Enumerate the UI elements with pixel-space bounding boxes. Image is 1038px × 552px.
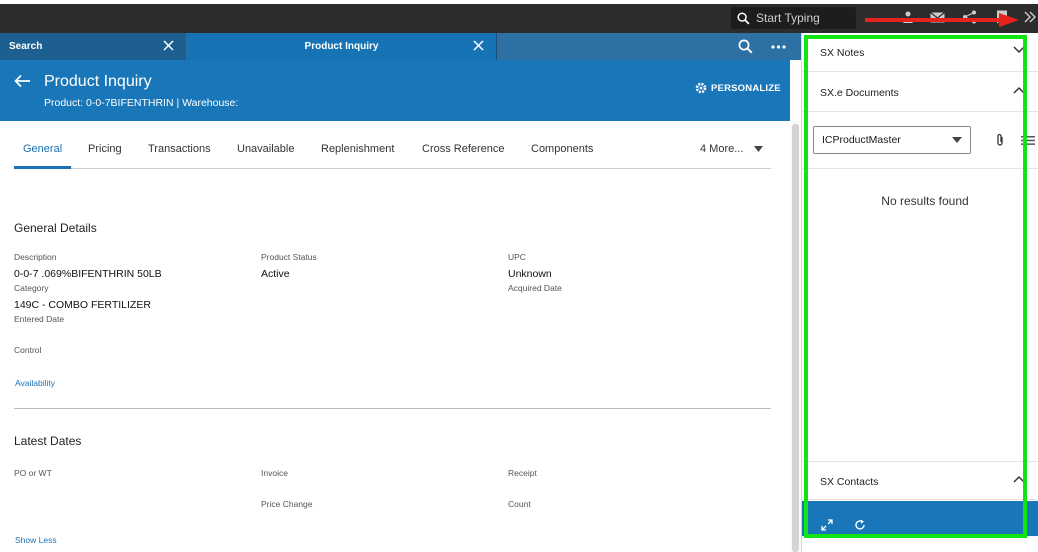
invoice-label: Invoice (261, 468, 288, 478)
expand-panel-icon[interactable] (1022, 9, 1038, 25)
po-wt-label: PO or WT (14, 468, 52, 478)
search-icon (737, 11, 750, 24)
page-subtitle: Product: 0-0-7BIFENTHRIN | Warehouse: (44, 97, 239, 109)
active-tab-indicator (14, 166, 71, 169)
general-details-title: General Details (14, 221, 97, 235)
product-status-label: Product Status (261, 252, 317, 262)
tab-cross-reference[interactable]: Cross Reference (422, 143, 505, 155)
tab-search[interactable]: Search (0, 33, 186, 60)
latest-dates-title: Latest Dates (14, 434, 82, 448)
top-strip (0, 0, 1038, 4)
highlight-box (804, 35, 1027, 538)
scrollbar-thumb[interactable] (792, 124, 799, 552)
page-title: Product Inquiry (44, 73, 152, 90)
more-options-icon[interactable] (771, 45, 786, 49)
gear-icon (695, 82, 707, 94)
personalize-button[interactable]: PERSONALIZE (695, 82, 781, 94)
acquired-date-label: Acquired Date (508, 283, 562, 293)
price-change-label: Price Change (261, 499, 313, 509)
tab-unavailable[interactable]: Unavailable (237, 143, 294, 155)
availability-link[interactable]: Availability (15, 378, 55, 388)
caret-down-icon (754, 146, 764, 152)
tab-product-inquiry[interactable]: Product Inquiry (187, 33, 496, 60)
page-header: Product Inquiry Product: 0-0-7BIFENTHRIN… (0, 60, 790, 121)
more-tabs-button[interactable]: 4 More... (700, 143, 764, 155)
section-divider (14, 408, 771, 409)
nav-tabs: General Pricing Transactions Unavailable… (14, 133, 771, 169)
count-label: Count (508, 499, 531, 509)
tab-product-inquiry-label: Product Inquiry (304, 41, 379, 52)
tab-search-label: Search (9, 41, 43, 52)
category-value: 149C - COMBO FERTILIZER (14, 299, 151, 311)
annotation-arrow-icon (865, 13, 1019, 27)
close-icon[interactable] (162, 39, 175, 52)
description-label: Description (14, 252, 57, 262)
upc-value: Unknown (508, 268, 552, 280)
category-label: Category (14, 283, 49, 293)
close-icon[interactable] (472, 39, 485, 52)
tab-replenishment[interactable]: Replenishment (321, 143, 394, 155)
upc-label: UPC (508, 252, 526, 262)
global-search-input[interactable]: Start Typing (731, 7, 856, 29)
entered-date-label: Entered Date (14, 314, 65, 324)
tab-row: Search Product Inquiry (0, 33, 801, 60)
receipt-label: Receipt (508, 468, 537, 478)
more-tabs-label: 4 More... (700, 143, 744, 155)
control-label: Control (14, 345, 42, 355)
description-value: 0-0-7 .069%BIFENTHRIN 50LB (14, 268, 162, 280)
global-search-placeholder: Start Typing (756, 11, 820, 25)
tab-transactions[interactable]: Transactions (148, 143, 211, 155)
product-status-value: Active (261, 268, 290, 280)
search-icon[interactable] (738, 39, 753, 54)
tab-general[interactable]: General (23, 143, 62, 155)
personalize-label: PERSONALIZE (711, 82, 781, 94)
back-arrow-icon[interactable] (14, 74, 31, 88)
tab-separator (496, 33, 497, 60)
show-less-link[interactable]: Show Less (15, 535, 57, 545)
tab-pricing[interactable]: Pricing (88, 143, 122, 155)
tab-components[interactable]: Components (531, 143, 593, 155)
